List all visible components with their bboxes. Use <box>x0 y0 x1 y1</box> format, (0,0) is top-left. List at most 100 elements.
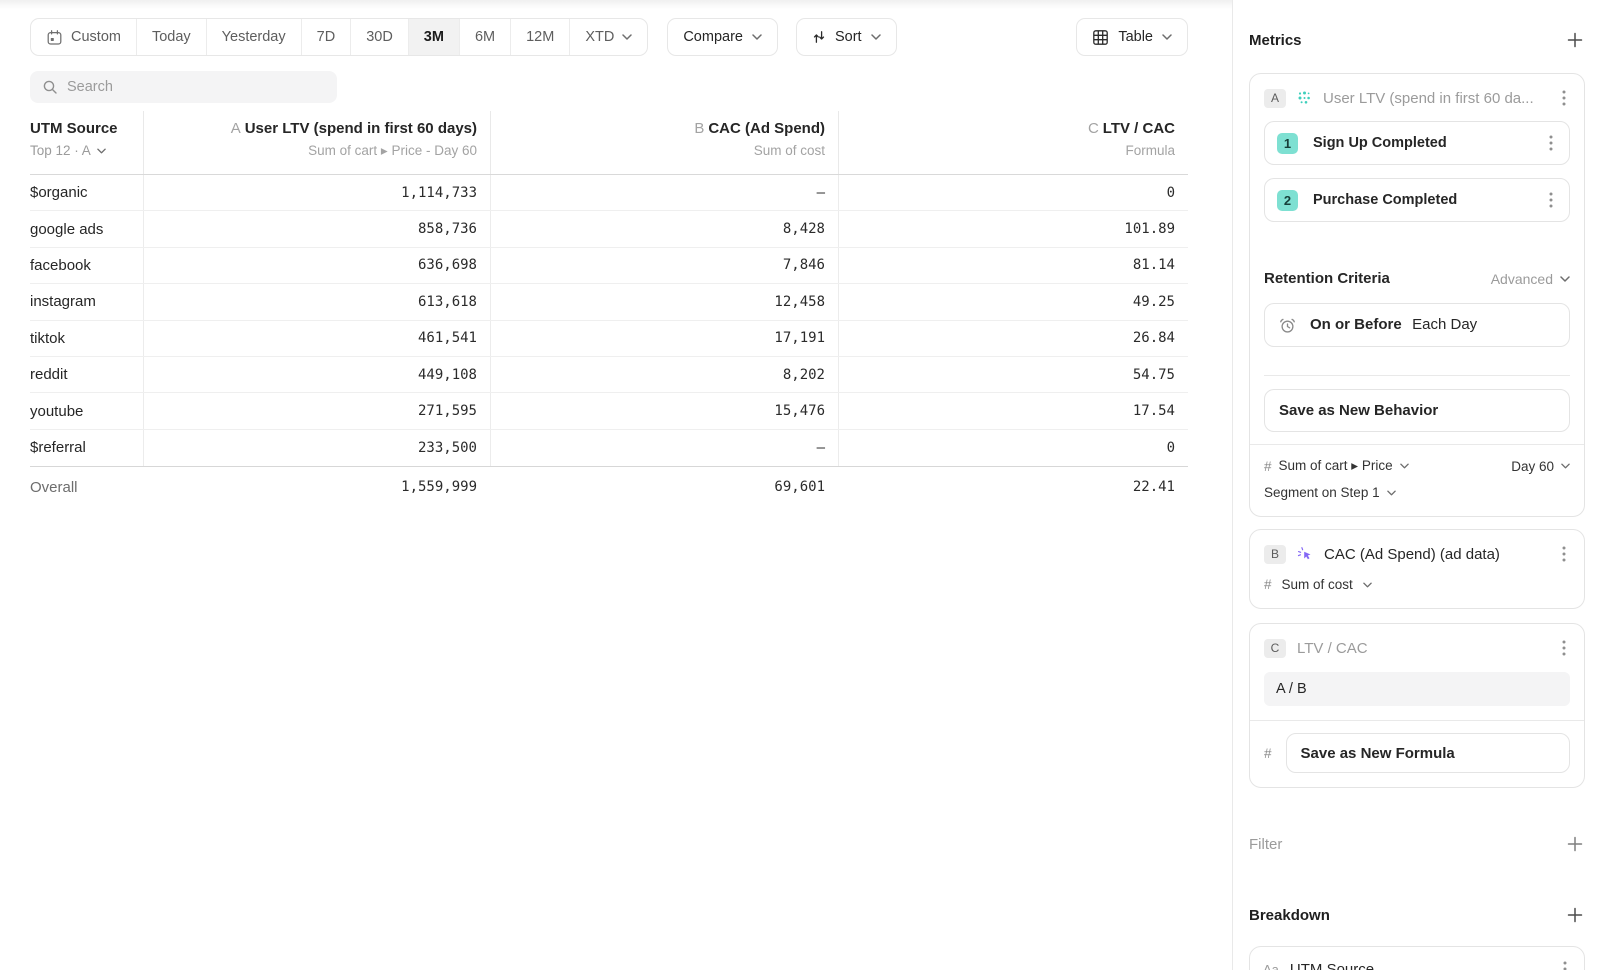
column-header-a[interactable]: AUser LTV (spend in first 60 days) Sum o… <box>143 111 490 174</box>
column-letter: B <box>694 120 704 137</box>
retention-mode-dropdown[interactable]: Advanced <box>1491 271 1570 287</box>
plus-icon <box>1567 907 1583 923</box>
column-subtitle: Sum of cart ▸ Price - Day 60 <box>144 142 477 160</box>
search-icon <box>42 79 58 95</box>
range-label: Yesterday <box>222 29 286 45</box>
range-label: Custom <box>71 29 121 45</box>
segment-step-label: Segment on Step 1 <box>1264 485 1380 500</box>
range-xtd[interactable]: XTD <box>570 19 647 55</box>
chevron-down-icon <box>1387 490 1396 496</box>
column-letter: A <box>231 120 241 137</box>
kebab-icon <box>1549 192 1553 208</box>
range-12m[interactable]: 12M <box>511 19 570 55</box>
window-label: Day 60 <box>1511 459 1554 474</box>
behavior-dots-icon <box>1297 91 1312 105</box>
step-label: Sign Up Completed <box>1313 135 1530 151</box>
more-menu-button[interactable] <box>1558 88 1570 108</box>
step-number-badge: 1 <box>1277 133 1298 154</box>
more-menu-button[interactable] <box>1558 638 1570 658</box>
save-formula-button[interactable]: Save as New Formula <box>1286 733 1570 773</box>
add-metric-button[interactable] <box>1565 30 1585 50</box>
sort-label: Sort <box>835 29 862 45</box>
cell-value: – <box>490 430 838 466</box>
range-30d[interactable]: 30D <box>351 19 409 55</box>
table-row: google ads858,7368,428101.89 <box>30 211 1188 247</box>
range-3m[interactable]: 3M <box>409 19 460 55</box>
plus-icon <box>1567 32 1583 48</box>
metric-letter-badge: B <box>1264 545 1286 564</box>
column-subtitle: Formula <box>839 142 1175 160</box>
cell-value: 49.25 <box>838 284 1188 319</box>
funnel-step-1[interactable]: 1 Sign Up Completed <box>1264 121 1570 165</box>
cell-value: 12,458 <box>490 284 838 319</box>
app-root: Custom Today Yesterday 7D30D3M6M12M XTD Comp… <box>0 0 1600 970</box>
range-label: Today <box>152 29 191 45</box>
metric-c-header[interactable]: C LTV / CAC <box>1264 638 1570 658</box>
cell-value: 636,698 <box>143 248 490 283</box>
add-breakdown-button[interactable] <box>1565 905 1585 925</box>
metric-a-footer: # Sum of cart ▸ Price Day 60 Segment on … <box>1250 444 1584 516</box>
more-menu-button[interactable] <box>1545 190 1557 210</box>
table-row: facebook636,6987,84681.14 <box>30 248 1188 284</box>
aggregation-dropdown[interactable]: # Sum of cart ▸ Price <box>1264 458 1409 474</box>
metric-b-header[interactable]: B CAC (Ad Spend) (ad data) <box>1264 544 1570 564</box>
row-label: tiktok <box>30 321 143 356</box>
chevron-down-icon <box>97 148 106 154</box>
save-behavior-label: Save as New Behavior <box>1279 402 1438 419</box>
breakdown-item-utm-source[interactable]: Aa UTM Source <box>1249 946 1585 970</box>
metric-b-aggregation-dropdown[interactable]: # Sum of cost <box>1264 577 1570 592</box>
toolbar: Custom Today Yesterday 7D30D3M6M12M XTD Comp… <box>30 18 1188 56</box>
cell-value: 8,202 <box>490 357 838 392</box>
retention-mode-label: Advanced <box>1491 271 1553 287</box>
row-label: facebook <box>30 248 143 283</box>
funnel-step-2[interactable]: 2 Purchase Completed <box>1264 178 1570 222</box>
more-menu-button[interactable] <box>1558 544 1570 564</box>
segment-step-dropdown[interactable]: Segment on Step 1 <box>1264 485 1396 500</box>
metric-letter-badge: A <box>1264 89 1286 108</box>
range-custom[interactable]: Custom <box>31 19 137 55</box>
more-menu-button[interactable] <box>1559 959 1571 970</box>
range-6m[interactable]: 6M <box>460 19 511 55</box>
sort-arrows-icon <box>812 30 826 44</box>
metric-a-header[interactable]: A User LTV (spend in first 60 da... <box>1264 88 1570 108</box>
compare-button[interactable]: Compare <box>667 18 778 56</box>
add-filter-button[interactable] <box>1565 834 1585 854</box>
search-input[interactable] <box>67 79 325 95</box>
cell-value: 0 <box>838 175 1188 210</box>
date-range-group: Custom Today Yesterday 7D30D3M6M12M XTD <box>30 18 648 56</box>
sort-button[interactable]: Sort <box>796 18 897 56</box>
view-type-button[interactable]: Table <box>1076 18 1188 56</box>
aggregation-label: Sum of cart ▸ Price <box>1279 458 1393 474</box>
more-menu-button[interactable] <box>1545 133 1557 153</box>
ad-click-icon <box>1297 546 1313 562</box>
table-header: UTM Source Top 12 · A AUser LTV (spend i… <box>30 111 1188 175</box>
chevron-down-icon <box>1363 582 1372 588</box>
row-label: reddit <box>30 357 143 392</box>
row-dimension-header[interactable]: UTM Source Top 12 · A <box>30 111 143 174</box>
row-label: $organic <box>30 175 143 210</box>
numeric-type-icon: # <box>1264 459 1272 474</box>
criteria-window: Each Day <box>1412 316 1477 333</box>
metric-card-a: A User LTV (spend in first 60 da... 1 Si… <box>1249 73 1585 517</box>
range-7d[interactable]: 7D <box>302 19 352 55</box>
plus-icon <box>1567 836 1583 852</box>
search-box[interactable] <box>30 71 337 103</box>
range-label: XTD <box>585 29 614 45</box>
table-row: tiktok461,54117,19126.84 <box>30 321 1188 357</box>
metric-c-title: LTV / CAC <box>1297 640 1547 657</box>
kebab-icon <box>1562 90 1566 106</box>
range-today[interactable]: Today <box>137 19 207 55</box>
breakdown-item-label: UTM Source <box>1290 961 1548 970</box>
column-header-c[interactable]: CLTV / CAC Formula <box>838 111 1188 174</box>
column-header-b[interactable]: BCAC (Ad Spend) Sum of cost <box>490 111 838 174</box>
retention-criteria-card[interactable]: On or Before Each Day <box>1264 303 1570 347</box>
range-yesterday[interactable]: Yesterday <box>207 19 302 55</box>
kebab-icon <box>1562 640 1566 656</box>
column-title: LTV / CAC <box>1103 120 1175 137</box>
formula-input[interactable]: A / B <box>1264 672 1570 706</box>
window-dropdown[interactable]: Day 60 <box>1511 459 1570 474</box>
kebab-icon <box>1562 546 1566 562</box>
save-behavior-button[interactable]: Save as New Behavior <box>1264 389 1570 432</box>
query-sidebar: Metrics A User LTV (spend in first 60 da… <box>1232 0 1600 970</box>
formula-text: A / B <box>1276 681 1307 697</box>
